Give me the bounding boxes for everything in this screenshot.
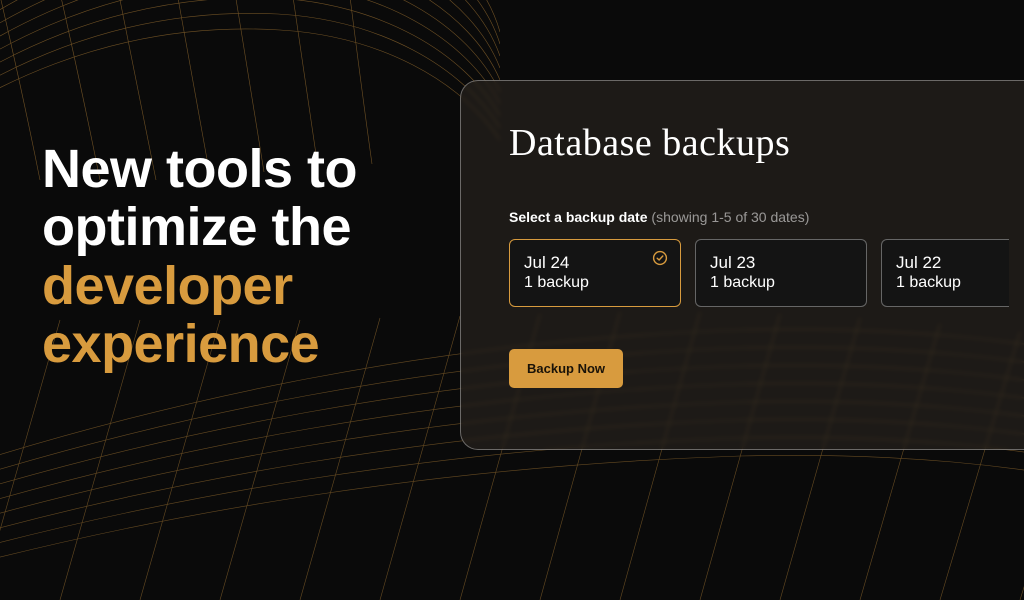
hero-line-3: developer: [42, 257, 357, 315]
check-circle-icon: [652, 250, 668, 271]
backup-cards: Jul 24 1 backup Jul 23 1 backup Jul 22 1…: [509, 239, 1011, 307]
subhead: Select a backup date (showing 1-5 of 30 …: [509, 209, 1011, 225]
card-date: Jul 24: [524, 252, 666, 273]
hero-line-1: New tools to: [42, 140, 357, 198]
backup-card-jul-24[interactable]: Jul 24 1 backup: [509, 239, 681, 307]
backup-now-button[interactable]: Backup Now: [509, 349, 623, 388]
card-count: 1 backup: [896, 273, 995, 294]
subhead-muted: (showing 1-5 of 30 dates): [651, 209, 809, 225]
hero-line-2: optimize the: [42, 198, 357, 256]
card-count: 1 backup: [710, 273, 852, 294]
backup-card-jul-22[interactable]: Jul 22 1 backup: [881, 239, 1009, 307]
backups-panel: Database backups Select a backup date (s…: [460, 80, 1024, 450]
card-date: Jul 23: [710, 252, 852, 273]
hero-headline: New tools to optimize the developer expe…: [42, 140, 357, 373]
card-date: Jul 22: [896, 252, 995, 273]
card-count: 1 backup: [524, 273, 666, 294]
subhead-bold: Select a backup date: [509, 209, 648, 225]
hero-line-4: experience: [42, 315, 357, 373]
panel-title: Database backups: [509, 121, 1011, 165]
backup-card-jul-23[interactable]: Jul 23 1 backup: [695, 239, 867, 307]
